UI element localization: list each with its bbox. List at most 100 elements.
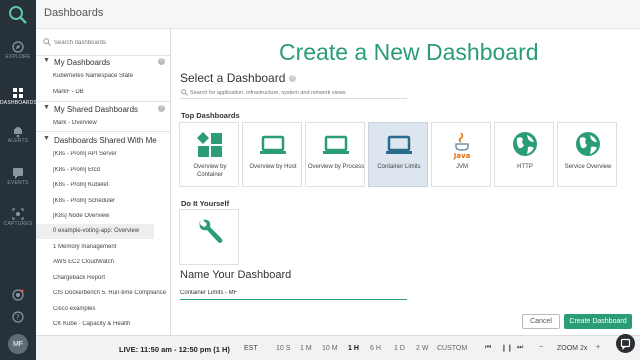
java-icon: Java — [453, 132, 471, 160]
page-title: Dashboards — [44, 7, 104, 19]
avatar[interactable]: MF — [8, 334, 28, 354]
card-label: HTTP — [517, 164, 533, 170]
create-dashboard-panel: Create a New Dashboard Select a Dashboar… — [171, 29, 640, 335]
globe-icon — [576, 132, 600, 156]
dashboard-name-input[interactable] — [180, 286, 407, 300]
zoom-level: ZOOM 2x — [557, 345, 588, 352]
list-item-selected[interactable]: 0 example-voting-app: Overview — [36, 224, 154, 239]
list-item[interactable]: Kubernetes Namespace State — [53, 73, 170, 79]
rail-item-label: ALERTS — [7, 138, 29, 144]
logo-icon — [9, 6, 27, 24]
zoom-in-icon[interactable]: + — [596, 344, 600, 351]
list-item[interactable]: CK Kube - Capacity & Health — [53, 321, 170, 327]
list-item[interactable]: [K8s - Prom] Kubelet — [53, 182, 170, 188]
search-input[interactable] — [190, 88, 405, 98]
wrench-icon — [199, 219, 223, 243]
timezone-label[interactable]: EST — [244, 345, 258, 352]
help-icon[interactable]: ? — [158, 58, 165, 65]
zoom-out-icon[interactable]: − — [539, 344, 543, 351]
help-icon[interactable]: ? — [289, 75, 297, 83]
range-1h[interactable]: 1 H — [348, 345, 359, 352]
search-input[interactable] — [54, 37, 164, 48]
search-icon — [181, 89, 188, 96]
card-http[interactable]: HTTP — [494, 122, 554, 187]
chevron-down-icon: ▼ — [43, 104, 50, 111]
select-dashboard-label: Select a Dashboard — [180, 71, 286, 85]
chat-button[interactable] — [616, 334, 635, 353]
help-icon: ? — [12, 311, 24, 323]
list-item[interactable]: Mark - Overview — [53, 120, 170, 126]
card-label: Container Limits — [377, 164, 421, 170]
rail-item-explore[interactable]: EXPLORE — [0, 40, 36, 60]
list-item[interactable]: [K8s - Prom] Etcd — [53, 167, 170, 173]
list-item[interactable]: [K8s] Node Overview — [53, 213, 170, 219]
card-overview-by-host[interactable]: Overview by Host — [242, 122, 302, 187]
range-1m[interactable]: 1 M — [300, 345, 312, 352]
rail-item-captures[interactable]: CAPTURES — [0, 207, 36, 227]
divider — [36, 131, 170, 132]
rail-item-label: EXPLORE — [5, 54, 31, 60]
create-dashboard-button[interactable]: Create Dashboard — [564, 314, 632, 329]
sidebar-search[interactable] — [43, 37, 165, 48]
cancel-button[interactable]: Cancel — [522, 314, 560, 329]
rail-item-help[interactable]: ? — [0, 310, 36, 324]
card-overview-by-container[interactable]: Overview by Container — [179, 122, 239, 187]
app-logo[interactable] — [0, 0, 36, 30]
search-icon — [43, 38, 51, 46]
play-pause-icon[interactable]: ❙❙ — [501, 344, 513, 352]
card-service-overview[interactable]: Service Overview — [557, 122, 617, 187]
divider — [36, 101, 170, 102]
name-dashboard-heading: Name Your Dashboard — [180, 269, 292, 281]
list-item[interactable]: Cisco examples — [53, 306, 170, 312]
rail-item-label: DASHBOARDS — [0, 100, 38, 106]
card-overview-by-process[interactable]: Overview by Process — [305, 122, 365, 187]
list-item[interactable]: Chargeback Report — [53, 275, 170, 281]
time-navigation-bar: LIVE: 11:50 am - 12:50 pm (1 H) EST 10 S… — [36, 335, 640, 360]
select-dashboard-heading: Select a Dashboard? — [180, 71, 297, 85]
rail-item-dashboards[interactable]: DASHBOARDS — [0, 80, 38, 110]
rail-item-events[interactable]: EVENTS — [0, 166, 36, 186]
laptop-icon — [386, 135, 412, 154]
card-label: JVM — [456, 164, 468, 170]
laptop-icon — [260, 135, 286, 154]
rail-item-label: EVENTS — [7, 180, 29, 186]
range-custom[interactable]: CUSTOM — [437, 345, 467, 352]
list-item[interactable]: CIS Dockerbench 5. Run-time Compliance — [53, 290, 170, 296]
list-item[interactable]: [K8s - Prom] API Server — [53, 151, 170, 157]
dashboard-search[interactable] — [180, 87, 407, 99]
range-2w[interactable]: 2 W — [416, 345, 428, 352]
range-10m[interactable]: 10 M — [322, 345, 338, 352]
left-nav-rail: EXPLORE DASHBOARDS ALERTS EVENTS CAPTURE… — [0, 0, 38, 360]
live-time-range[interactable]: LIVE: 11:50 am - 12:50 pm (1 H) — [119, 345, 230, 354]
divider — [36, 55, 170, 56]
list-item[interactable]: 1 Memory management — [53, 244, 170, 250]
chat-icon — [13, 168, 23, 179]
section-label: Dashboards Shared With Me — [54, 136, 157, 145]
card-do-it-yourself[interactable] — [179, 209, 239, 265]
section-label: My Shared Dashboards — [54, 105, 139, 114]
skip-back-icon[interactable]: ⏮ — [485, 344, 491, 352]
card-label: Overview by Container — [193, 164, 227, 178]
main-title: Create a New Dashboard — [279, 39, 539, 65]
range-6h[interactable]: 6 H — [370, 345, 381, 352]
compass-icon — [12, 41, 24, 53]
skip-forward-icon[interactable]: ⏭ — [517, 344, 523, 352]
help-icon[interactable]: ? — [158, 105, 165, 112]
list-item[interactable]: MarkF - DB — [53, 89, 170, 95]
card-label: Overview by Process — [307, 164, 365, 170]
rail-item-status[interactable] — [0, 288, 36, 302]
card-container-limits[interactable]: Container Limits — [368, 122, 428, 187]
card-jvm[interactable]: Java JVM — [431, 122, 491, 187]
globe-icon — [513, 132, 537, 156]
list-item[interactable]: [K8s - Prom] Scheduler — [53, 198, 170, 204]
range-10s[interactable]: 10 S — [276, 345, 290, 352]
top-dashboards-label: Top Dashboards — [181, 111, 240, 120]
chevron-down-icon: ▼ — [43, 135, 50, 142]
bell-icon — [14, 127, 22, 138]
capture-icon — [12, 208, 24, 220]
svg-text:Java: Java — [453, 152, 471, 160]
list-item[interactable]: AWS EC2 CloudWatch — [53, 259, 170, 265]
top-bar: Dashboards — [36, 0, 640, 29]
range-1d[interactable]: 1 D — [394, 345, 405, 352]
rail-item-alerts[interactable]: ALERTS — [0, 124, 36, 144]
